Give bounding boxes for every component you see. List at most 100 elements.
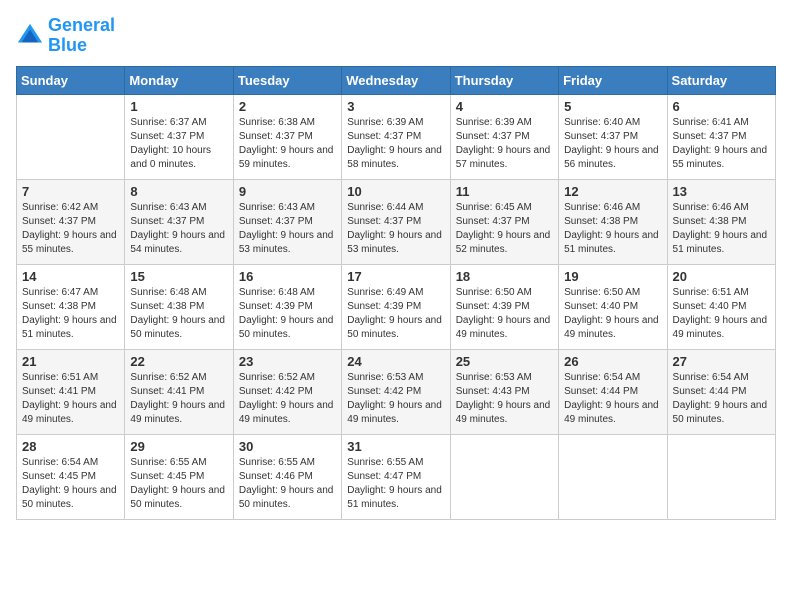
calendar-cell: 14 Sunrise: 6:47 AM Sunset: 4:38 PM Dayli…	[17, 264, 125, 349]
day-number: 30	[239, 439, 336, 454]
calendar-cell: 18 Sunrise: 6:50 AM Sunset: 4:39 PM Dayli…	[450, 264, 558, 349]
calendar-cell: 10Sunrise: 6:44 AM Sunset: 4:37 PM Dayli…	[342, 179, 450, 264]
day-info: Sunrise: 6:47 AM Sunset: 4:38 PM Dayligh…	[22, 286, 119, 342]
day-info: Sunrise: 6:40 AM Sunset: 4:37 PM Dayligh…	[564, 116, 661, 172]
day-info: Sunrise: 6:41 AM Sunset: 4:37 PM Dayligh…	[673, 116, 770, 172]
day-number: 18	[456, 269, 553, 284]
day-number: 21	[22, 354, 119, 369]
day-number: 8	[130, 184, 227, 199]
day-info: Sunrise: 6:52 AM Sunset: 4:42 PM Dayligh…	[239, 371, 336, 427]
logo-text: General Blue	[48, 16, 115, 56]
page-header: General Blue	[16, 16, 776, 56]
weekday-header-monday: Monday	[125, 66, 233, 94]
day-number: 13	[673, 184, 770, 199]
calendar-cell: 17 Sunrise: 6:49 AM Sunset: 4:39 PM Dayli…	[342, 264, 450, 349]
day-number: 31	[347, 439, 444, 454]
day-number: 19	[564, 269, 661, 284]
calendar-cell: 6 Sunrise: 6:41 AM Sunset: 4:37 PM Daylig…	[667, 94, 775, 179]
calendar-cell: 9 Sunrise: 6:43 AM Sunset: 4:37 PM Daylig…	[233, 179, 341, 264]
day-number: 14	[22, 269, 119, 284]
calendar-cell	[450, 434, 558, 519]
day-info: Sunrise: 6:37 AM Sunset: 4:37 PM Dayligh…	[130, 116, 227, 172]
calendar-cell: 13Sunrise: 6:46 AM Sunset: 4:38 PM Dayli…	[667, 179, 775, 264]
calendar-cell: 29 Sunrise: 6:55 AM Sunset: 4:45 PM Dayli…	[125, 434, 233, 519]
day-info: Sunrise: 6:45 AM Sunset: 4:37 PM Dayligh…	[456, 201, 553, 257]
day-info: Sunrise: 6:43 AM Sunset: 4:37 PM Dayligh…	[130, 201, 227, 257]
calendar-cell: 12Sunrise: 6:46 AM Sunset: 4:38 PM Dayli…	[559, 179, 667, 264]
calendar-cell: 26 Sunrise: 6:54 AM Sunset: 4:44 PM Dayli…	[559, 349, 667, 434]
day-info: Sunrise: 6:54 AM Sunset: 4:45 PM Dayligh…	[22, 456, 119, 512]
calendar-cell: 3 Sunrise: 6:39 AM Sunset: 4:37 PM Daylig…	[342, 94, 450, 179]
day-info: Sunrise: 6:39 AM Sunset: 4:37 PM Dayligh…	[347, 116, 444, 172]
weekday-header-saturday: Saturday	[667, 66, 775, 94]
day-info: Sunrise: 6:48 AM Sunset: 4:39 PM Dayligh…	[239, 286, 336, 342]
weekday-header-wednesday: Wednesday	[342, 66, 450, 94]
day-info: Sunrise: 6:55 AM Sunset: 4:45 PM Dayligh…	[130, 456, 227, 512]
day-info: Sunrise: 6:53 AM Sunset: 4:42 PM Dayligh…	[347, 371, 444, 427]
day-info: Sunrise: 6:48 AM Sunset: 4:38 PM Dayligh…	[130, 286, 227, 342]
calendar-week-3: 14 Sunrise: 6:47 AM Sunset: 4:38 PM Dayli…	[17, 264, 776, 349]
day-number: 25	[456, 354, 553, 369]
day-info: Sunrise: 6:54 AM Sunset: 4:44 PM Dayligh…	[564, 371, 661, 427]
day-info: Sunrise: 6:53 AM Sunset: 4:43 PM Dayligh…	[456, 371, 553, 427]
day-info: Sunrise: 6:38 AM Sunset: 4:37 PM Dayligh…	[239, 116, 336, 172]
calendar-week-2: 7Sunrise: 6:42 AM Sunset: 4:37 PM Daylig…	[17, 179, 776, 264]
calendar-cell: 31 Sunrise: 6:55 AM Sunset: 4:47 PM Dayli…	[342, 434, 450, 519]
calendar-cell: 27 Sunrise: 6:54 AM Sunset: 4:44 PM Dayli…	[667, 349, 775, 434]
calendar-cell: 24 Sunrise: 6:53 AM Sunset: 4:42 PM Dayli…	[342, 349, 450, 434]
day-info: Sunrise: 6:50 AM Sunset: 4:40 PM Dayligh…	[564, 286, 661, 342]
calendar-cell: 23 Sunrise: 6:52 AM Sunset: 4:42 PM Dayli…	[233, 349, 341, 434]
calendar-week-5: 28 Sunrise: 6:54 AM Sunset: 4:45 PM Dayli…	[17, 434, 776, 519]
calendar-week-4: 21 Sunrise: 6:51 AM Sunset: 4:41 PM Dayli…	[17, 349, 776, 434]
calendar-cell: 8 Sunrise: 6:43 AM Sunset: 4:37 PM Daylig…	[125, 179, 233, 264]
day-number: 7	[22, 184, 119, 199]
day-number: 24	[347, 354, 444, 369]
day-info: Sunrise: 6:54 AM Sunset: 4:44 PM Dayligh…	[673, 371, 770, 427]
day-info: Sunrise: 6:49 AM Sunset: 4:39 PM Dayligh…	[347, 286, 444, 342]
day-number: 2	[239, 99, 336, 114]
day-number: 6	[673, 99, 770, 114]
calendar-cell: 5 Sunrise: 6:40 AM Sunset: 4:37 PM Daylig…	[559, 94, 667, 179]
day-number: 28	[22, 439, 119, 454]
day-number: 3	[347, 99, 444, 114]
day-info: Sunrise: 6:51 AM Sunset: 4:41 PM Dayligh…	[22, 371, 119, 427]
day-number: 23	[239, 354, 336, 369]
calendar-cell: 4Sunrise: 6:39 AM Sunset: 4:37 PM Daylig…	[450, 94, 558, 179]
calendar-week-1: 1Sunrise: 6:37 AM Sunset: 4:37 PM Daylig…	[17, 94, 776, 179]
calendar-cell	[667, 434, 775, 519]
day-number: 29	[130, 439, 227, 454]
day-info: Sunrise: 6:55 AM Sunset: 4:47 PM Dayligh…	[347, 456, 444, 512]
weekday-header-thursday: Thursday	[450, 66, 558, 94]
day-number: 4	[456, 99, 553, 114]
logo: General Blue	[16, 16, 115, 56]
calendar-cell: 1Sunrise: 6:37 AM Sunset: 4:37 PM Daylig…	[125, 94, 233, 179]
day-number: 11	[456, 184, 553, 199]
logo-icon	[16, 22, 44, 50]
weekday-header-tuesday: Tuesday	[233, 66, 341, 94]
day-number: 17	[347, 269, 444, 284]
day-number: 22	[130, 354, 227, 369]
calendar-cell: 16 Sunrise: 6:48 AM Sunset: 4:39 PM Dayli…	[233, 264, 341, 349]
day-info: Sunrise: 6:52 AM Sunset: 4:41 PM Dayligh…	[130, 371, 227, 427]
day-info: Sunrise: 6:51 AM Sunset: 4:40 PM Dayligh…	[673, 286, 770, 342]
day-number: 5	[564, 99, 661, 114]
day-number: 16	[239, 269, 336, 284]
day-info: Sunrise: 6:43 AM Sunset: 4:37 PM Dayligh…	[239, 201, 336, 257]
day-number: 26	[564, 354, 661, 369]
day-number: 12	[564, 184, 661, 199]
calendar-cell	[17, 94, 125, 179]
calendar-cell: 21 Sunrise: 6:51 AM Sunset: 4:41 PM Dayli…	[17, 349, 125, 434]
calendar-cell: 15 Sunrise: 6:48 AM Sunset: 4:38 PM Dayli…	[125, 264, 233, 349]
calendar-cell: 2 Sunrise: 6:38 AM Sunset: 4:37 PM Daylig…	[233, 94, 341, 179]
calendar-cell: 20 Sunrise: 6:51 AM Sunset: 4:40 PM Dayli…	[667, 264, 775, 349]
weekday-header-row: SundayMondayTuesdayWednesdayThursdayFrid…	[17, 66, 776, 94]
day-number: 20	[673, 269, 770, 284]
day-info: Sunrise: 6:55 AM Sunset: 4:46 PM Dayligh…	[239, 456, 336, 512]
day-number: 27	[673, 354, 770, 369]
weekday-header-friday: Friday	[559, 66, 667, 94]
calendar-cell: 22 Sunrise: 6:52 AM Sunset: 4:41 PM Dayli…	[125, 349, 233, 434]
day-info: Sunrise: 6:50 AM Sunset: 4:39 PM Dayligh…	[456, 286, 553, 342]
day-number: 9	[239, 184, 336, 199]
day-number: 15	[130, 269, 227, 284]
calendar-cell: 25 Sunrise: 6:53 AM Sunset: 4:43 PM Dayli…	[450, 349, 558, 434]
